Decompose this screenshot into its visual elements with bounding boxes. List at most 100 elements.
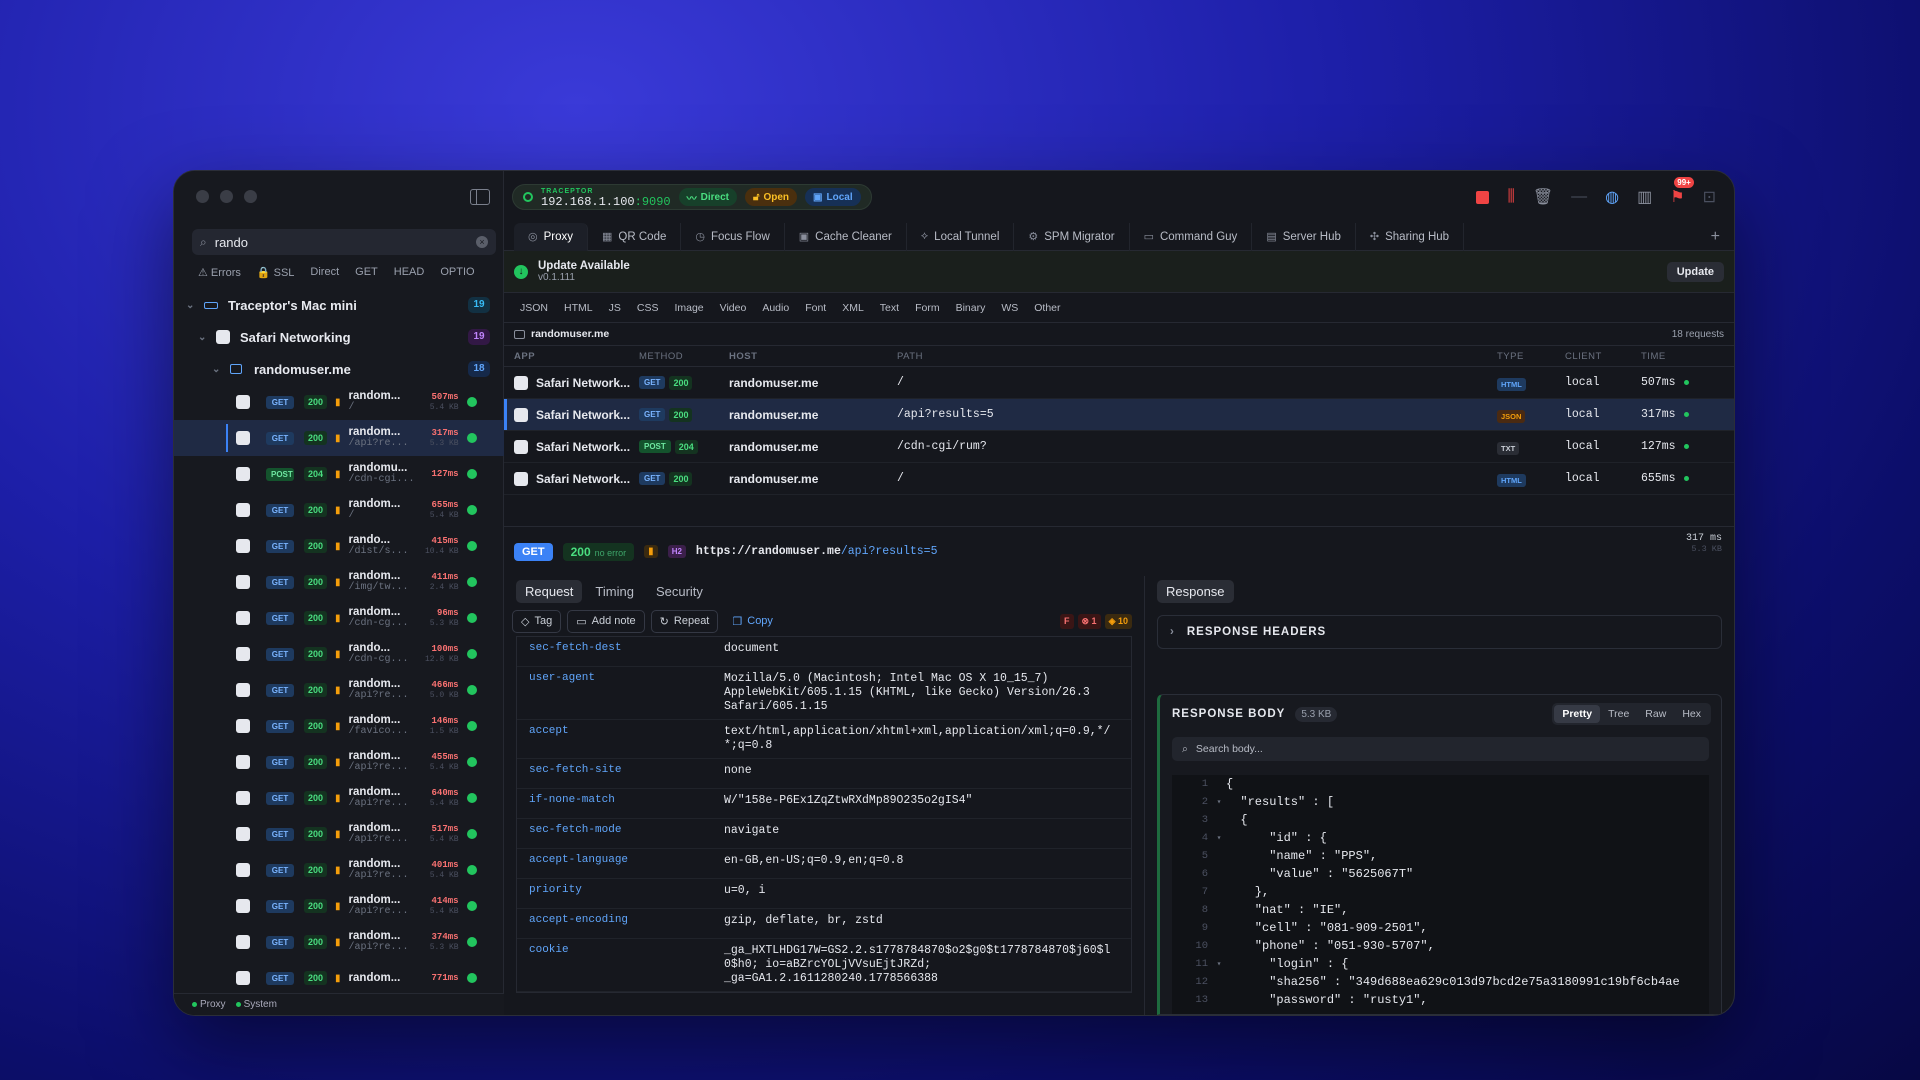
col-app[interactable]: APP	[504, 351, 639, 362]
filter-direct[interactable]: Direct	[304, 263, 345, 282]
sidebar-search[interactable]: ⌕ rando ×	[192, 229, 496, 255]
list-item[interactable]: GET 200 ▮ random.../api?re... 455ms 5.4 KB	[174, 744, 504, 780]
proxy-address-pill[interactable]: TRACEPTOR 192.168.1.100:9090 〰 Direct 🔓︎ O…	[512, 184, 872, 210]
type-filter-font[interactable]: Font	[797, 302, 834, 314]
col-host[interactable]: HOST	[729, 351, 897, 362]
list-item[interactable]: GET 200 ▮ random.../api?re... 414ms 5.4 KB	[174, 888, 504, 924]
repeat-button[interactable]: ↻ Repeat	[650, 609, 719, 633]
tab-spm-migrator[interactable]: ⚙ SPM Migrator	[1014, 222, 1130, 251]
filter-options[interactable]: OPTIO	[434, 263, 480, 282]
view-pretty[interactable]: Pretty	[1554, 705, 1601, 723]
col-client[interactable]: CLIENT	[1565, 351, 1641, 362]
tree-node-host[interactable]: ⌄ randomuser.me 18	[174, 353, 504, 385]
table-row[interactable]: Safari Network... GET 200 randomuser.me/api…	[504, 399, 1734, 431]
tab-focus-flow[interactable]: ◷ Focus Flow	[681, 222, 785, 251]
open-mode-tag[interactable]: 🔓︎ Open	[745, 188, 798, 206]
tab-qr-code[interactable]: ▦ QR Code	[588, 222, 682, 251]
sidebar-toggle-icon[interactable]	[470, 189, 490, 205]
type-filter-binary[interactable]: Binary	[948, 302, 994, 314]
type-filter-json[interactable]: JSON	[512, 302, 556, 314]
fold-toggle-icon[interactable]: ▾	[1212, 959, 1226, 969]
add-note-button[interactable]: ▭ Add note	[567, 609, 645, 633]
table-row[interactable]: Safari Network... GET 200 randomuser.me / HTM…	[504, 367, 1734, 399]
fold-toggle-icon[interactable]: ▾	[1212, 833, 1226, 843]
list-item[interactable]: GET 200 ▮ random.../api?re... 401ms 5.4 KB	[174, 852, 504, 888]
minimize-window-button[interactable]	[220, 190, 233, 203]
filter-head[interactable]: HEAD	[388, 263, 431, 282]
type-filter-text[interactable]: Text	[872, 302, 907, 314]
list-item[interactable]: GET 200 ▮ random.../api?re... 517ms 5.4 KB	[174, 816, 504, 852]
request-url[interactable]: https://randomuser.me/api?results=5	[696, 545, 938, 558]
body-search-input[interactable]: ⌕ Search body...	[1172, 737, 1709, 761]
filter-errors[interactable]: ⚠ Errors	[192, 263, 247, 282]
type-filter-ws[interactable]: WS	[993, 302, 1026, 314]
tab-server-hub[interactable]: ▤ Server Hub	[1252, 222, 1356, 251]
list-item[interactable]: GET 200 ▮ random.../api?re... 640ms 5.4 KB	[174, 780, 504, 816]
tree-node-device[interactable]: ⌄ Traceptor's Mac mini 19	[174, 289, 504, 321]
waveform-icon[interactable]: ⫼	[1507, 188, 1514, 206]
tab-cache-cleaner[interactable]: ▣ Cache Cleaner	[785, 222, 907, 251]
fold-toggle-icon[interactable]: ▾	[1212, 797, 1226, 807]
clear-search-icon[interactable]: ×	[476, 236, 488, 248]
tab-proxy[interactable]: ◎ Proxy	[514, 222, 589, 251]
tag-button[interactable]: ◇ Tag	[512, 609, 562, 633]
col-method[interactable]: METHOD	[639, 351, 729, 362]
type-filter-html[interactable]: HTML	[556, 302, 601, 314]
globe-icon[interactable]: ◍	[1605, 187, 1619, 207]
direct-mode-tag[interactable]: 〰 Direct	[678, 188, 737, 206]
type-filter-form[interactable]: Form	[907, 302, 948, 314]
list-item[interactable]: GET 200 ▮ random.../cdn-cg... 96ms 5.3 KB	[174, 600, 504, 636]
list-item[interactable]: GET 200 ▮ random.../api?re... 374ms 5.3 KB	[174, 924, 504, 960]
notifications-button[interactable]: ⚑ 99+	[1670, 177, 1694, 207]
close-window-button[interactable]	[196, 190, 209, 203]
col-time[interactable]: TIME	[1641, 351, 1701, 362]
type-filter-image[interactable]: Image	[666, 302, 711, 314]
response-headers-section[interactable]: › RESPONSE HEADERS	[1157, 615, 1722, 649]
list-item[interactable]: GET 200 ▮ random.../655ms 5.4 KB	[174, 492, 504, 528]
view-tree[interactable]: Tree	[1600, 705, 1637, 723]
tab-sharing-hub[interactable]: ✣ Sharing Hub	[1356, 222, 1465, 251]
type-filter-video[interactable]: Video	[712, 302, 755, 314]
window-layout-icon[interactable]: ⊡	[1703, 187, 1716, 207]
type-filter-other[interactable]: Other	[1026, 302, 1068, 314]
list-item[interactable]: GET 200 ▮ random.../507ms 5.4 KB	[174, 384, 504, 420]
col-path[interactable]: PATH	[897, 351, 1497, 362]
tab-timing[interactable]: Timing	[586, 580, 643, 603]
list-item[interactable]: GET 200 ▮ rando.../cdn-cg... 100ms 12.8 KB	[174, 636, 504, 672]
list-item[interactable]: GET 200 ▮ random.../api?re... 466ms 5.0 KB	[174, 672, 504, 708]
tab-security[interactable]: Security	[647, 580, 712, 603]
tab-local-tunnel[interactable]: ⟡ Local Tunnel	[907, 222, 1015, 251]
type-filter-js[interactable]: JS	[601, 302, 629, 314]
table-row[interactable]: Safari Network... GET 200 randomuser.me / HTM…	[504, 463, 1734, 495]
minus-icon[interactable]: —	[1571, 188, 1587, 206]
list-item[interactable]: GET 200 ▮ random... 771ms	[174, 960, 504, 996]
copy-button[interactable]: ❐ Copy	[724, 611, 781, 632]
local-mode-tag[interactable]: ▣ Local	[805, 188, 861, 206]
stop-record-button[interactable]	[1476, 190, 1490, 204]
col-type[interactable]: TYPE	[1497, 351, 1565, 362]
zoom-window-button[interactable]	[244, 190, 257, 203]
search-input[interactable]: rando	[215, 235, 468, 250]
list-item[interactable]: GET 200 ▮ random.../favico... 146ms 1.5 KB	[174, 708, 504, 744]
type-filter-css[interactable]: CSS	[629, 302, 667, 314]
tab-request[interactable]: Request	[516, 579, 583, 603]
trash-icon[interactable]: 🗑︎	[1533, 187, 1553, 207]
add-tab-button[interactable]: +	[1711, 228, 1720, 246]
view-raw[interactable]: Raw	[1637, 705, 1674, 723]
tree-node-app[interactable]: ⌄ Safari Networking 19	[174, 321, 504, 353]
list-item[interactable]: POST 204 ▮ randomu.../cdn-cgi... 127ms	[174, 456, 504, 492]
view-hex[interactable]: Hex	[1674, 705, 1709, 723]
filter-get[interactable]: GET	[349, 263, 384, 282]
filter-ssl[interactable]: 🔒 SSL	[251, 263, 301, 282]
list-item[interactable]: GET 200 ▮ random.../api?re... 317ms 5.3 KB	[174, 420, 504, 456]
update-button[interactable]: Update	[1666, 261, 1724, 282]
tab-command-guy[interactable]: ▭ Command Guy	[1130, 222, 1253, 251]
list-item[interactable]: GET 200 ▮ random.../img/tw... 411ms 2.4 KB	[174, 564, 504, 600]
type-filter-xml[interactable]: XML	[834, 302, 872, 314]
chart-bars-icon[interactable]: ▥	[1637, 187, 1652, 207]
list-item[interactable]: GET 200 ▮ rando.../dist/s... 415ms 10.4 KB	[174, 528, 504, 564]
tab-response[interactable]: Response	[1157, 580, 1234, 603]
request-path: /api?re...	[348, 798, 409, 809]
type-filter-audio[interactable]: Audio	[754, 302, 797, 314]
table-row[interactable]: Safari Network... POST 204 randomuser.me/cd…	[504, 431, 1734, 463]
